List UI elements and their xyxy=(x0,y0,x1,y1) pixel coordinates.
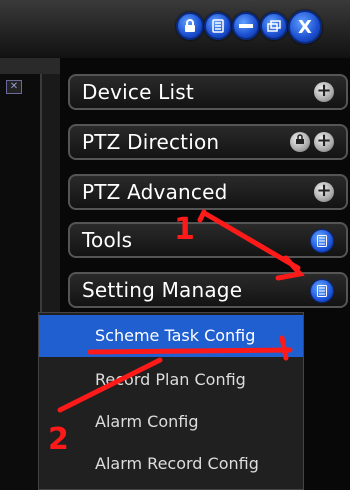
arrow-2-line xyxy=(57,357,163,413)
annotation-step-1: 1 xyxy=(174,212,195,247)
annotation-step-2: 2 xyxy=(48,422,69,457)
underline-mark xyxy=(279,335,289,361)
arrow-1-tail xyxy=(197,209,207,223)
underline-scheme-task xyxy=(87,347,293,355)
arrow-1-line xyxy=(203,211,301,271)
